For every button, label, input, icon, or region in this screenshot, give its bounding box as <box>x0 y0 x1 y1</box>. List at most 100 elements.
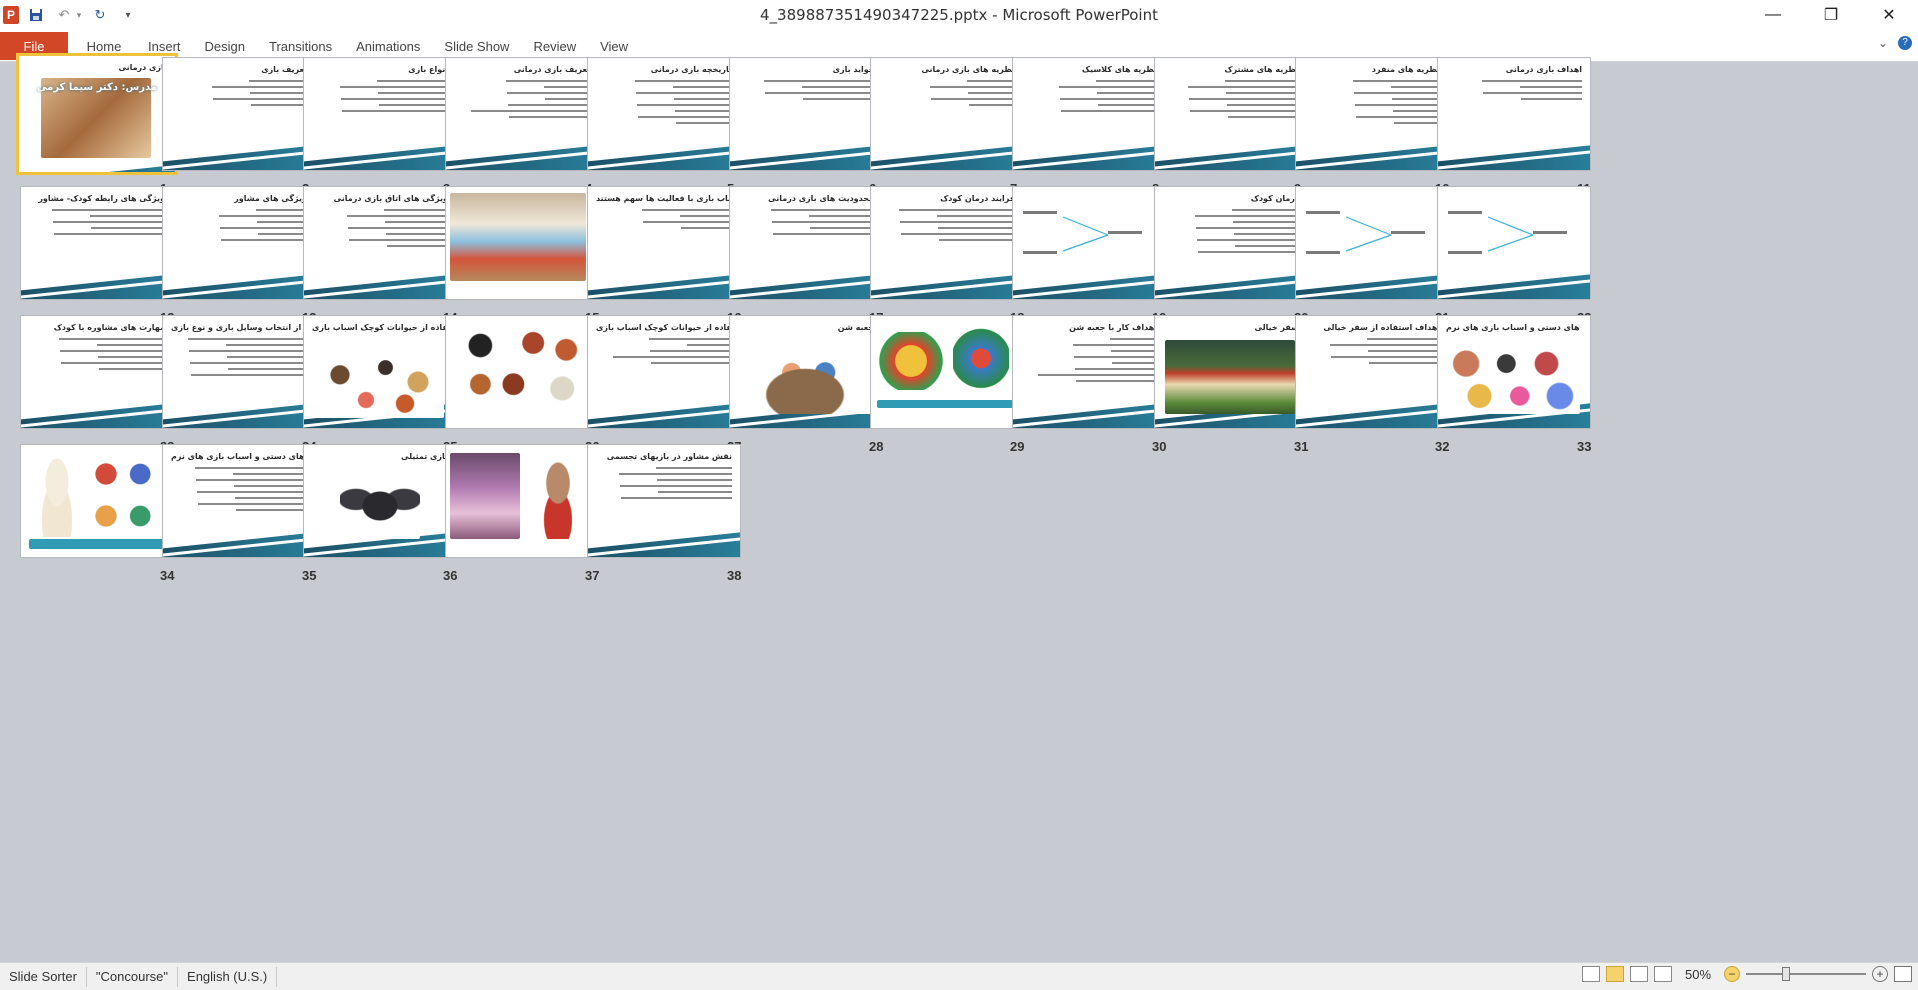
normal-view-icon[interactable] <box>1582 966 1600 982</box>
slide-body-text <box>754 80 874 104</box>
restore-button[interactable]: ❐ <box>1802 0 1860 30</box>
ribbon-right-controls: ⌄ ? <box>1878 36 1912 50</box>
slide-preview[interactable]: اهداف استفاده از سفر خیالی <box>1295 315 1449 429</box>
slide-body-text <box>45 338 165 374</box>
slide-preview[interactable]: عروسک های دستی و اسباب بازی های نرم <box>1437 315 1591 429</box>
undo-dropdown-icon[interactable]: ▾ <box>75 4 83 26</box>
slide-preview[interactable]: انواع بازی <box>303 57 457 171</box>
slide-title: نظریه های بازی درمانی <box>921 65 1015 74</box>
status-theme-name[interactable]: "Concourse" <box>87 966 179 987</box>
slide-title: هدف درمانگر از انتخاب وسایل بازی و نوع ب… <box>171 323 307 332</box>
help-icon[interactable]: ? <box>1898 36 1912 50</box>
reading-view-icon[interactable] <box>1630 966 1648 982</box>
tab-view[interactable]: View <box>588 32 640 60</box>
slide-preview[interactable] <box>1012 186 1166 300</box>
save-icon[interactable] <box>25 4 47 26</box>
slide-preview[interactable] <box>870 315 1024 429</box>
slide-photo-hand-puppets <box>1446 342 1580 414</box>
tab-design[interactable]: Design <box>193 32 257 60</box>
slide-diagram <box>1306 211 1425 254</box>
tab-animations[interactable]: Animations <box>344 32 432 60</box>
minimize-ribbon-icon[interactable]: ⌄ <box>1878 36 1888 50</box>
zoom-slider-knob[interactable] <box>1782 967 1790 981</box>
slide-preview[interactable]: ویژگی های مشاور <box>162 186 316 300</box>
minimize-button[interactable]: — <box>1744 0 1802 30</box>
customize-toolbar-icon[interactable]: ▾ <box>117 4 139 26</box>
slide-thumbnail[interactable]: 22 <box>1437 186 1613 325</box>
zoom-slider[interactable] <box>1746 967 1866 981</box>
powerpoint-app-icon[interactable]: P <box>3 6 19 24</box>
slide-preview[interactable] <box>445 315 599 429</box>
slide-preview[interactable]: بازی تمثیلی <box>303 444 457 558</box>
slide-title: نظریه های کلاسیک <box>1081 65 1157 74</box>
slide-preview[interactable]: فرایند درمان کودک <box>870 186 1024 300</box>
slide-preview[interactable]: اهداف استفاده از حیوانات کوچک اسباب بازی <box>587 315 741 429</box>
slide-preview[interactable] <box>445 186 599 300</box>
slide-title: عواملی که در انتخاب وسایل اسباب بازی با … <box>596 194 732 203</box>
slide-title: تعریف بازی <box>261 65 307 74</box>
slide-title: فرایند درمان کودک <box>940 194 1015 203</box>
slide-preview[interactable]: مهارت های مشاوره با کودک <box>20 315 174 429</box>
slide-title: بازی درمانی <box>118 63 168 72</box>
slide-preview[interactable]: تعریف بازی <box>162 57 316 171</box>
theme-swoosh <box>19 161 175 172</box>
slide-preview[interactable]: اهداف کار با جعبه شن <box>1012 315 1166 429</box>
slide-show-view-icon[interactable] <box>1654 966 1672 982</box>
slide-preview[interactable]: نظریه های مشترک <box>1154 57 1308 171</box>
slide-sorter-view-icon[interactable] <box>1606 966 1624 982</box>
slide-preview[interactable]: فواید بازی <box>729 57 883 171</box>
slide-preview[interactable] <box>1437 186 1591 300</box>
slide-preview[interactable]: استفاده از حیوانات کوچک اسباب بازی <box>303 315 457 429</box>
undo-icon[interactable]: ↶ <box>53 4 75 26</box>
slide-preview[interactable]: تاریخچه بازی درمانی <box>587 57 741 171</box>
slide-photo-bat-costume <box>340 473 420 539</box>
slide-preview[interactable]: تعریف بازی درمانی <box>445 57 599 171</box>
slide-preview[interactable]: نظریه های منفرد <box>1295 57 1449 171</box>
slide-title: سفر خیالی <box>1254 323 1299 332</box>
slide-body-text <box>895 80 1015 110</box>
slide-preview[interactable] <box>1295 186 1449 300</box>
slide-title: اهداف بازی درمانی <box>1505 65 1582 74</box>
slide-preview[interactable]: جعبه شن <box>729 315 883 429</box>
slide-preview[interactable]: سفر خیالی <box>1154 315 1308 429</box>
redo-icon[interactable]: ↻ <box>89 4 111 26</box>
slide-photo-bunny-puppet <box>31 453 83 537</box>
slide-sorter-area[interactable]: بازی درمانیمدرس: دکتر سیما کرمی1تعریف با… <box>0 53 1918 963</box>
slide-preview[interactable] <box>20 444 174 558</box>
status-language[interactable]: English (U.S.) <box>178 966 278 987</box>
zoom-in-icon[interactable]: + <box>1872 966 1888 982</box>
slide-preview[interactable]: نقش مشاور در بازیهای تجسمی <box>587 444 741 558</box>
slide-preview[interactable]: نظریه های بازی درمانی <box>870 57 1024 171</box>
slide-preview[interactable]: بازی درمانی مدرس: دکتر سیما کرمی <box>16 53 178 175</box>
slide-preview[interactable]: ویژگی های رابطه کودک- مشاور <box>20 186 174 300</box>
slide-preview[interactable]: درمان کودک <box>1154 186 1308 300</box>
slide-preview[interactable]: نظریه های کلاسیک <box>1012 57 1166 171</box>
slide-preview[interactable]: ویژگی های اتاق بازی درمانی <box>303 186 457 300</box>
slide-title: انواع بازی <box>408 65 448 74</box>
slide-thumbnail[interactable]: نقش مشاور در بازیهای تجسمی 38 <box>587 444 763 583</box>
tab-review[interactable]: Review <box>521 32 588 60</box>
zoom-out-icon[interactable]: − <box>1724 966 1740 982</box>
zoom-level[interactable]: 50% <box>1678 967 1718 982</box>
slide-preview[interactable] <box>445 444 599 558</box>
slide-body-text <box>1179 80 1299 122</box>
slide-photo-room <box>450 193 586 281</box>
tab-transitions[interactable]: Transitions <box>257 32 344 60</box>
slide-caption-bar <box>29 539 165 549</box>
slide-preview[interactable]: محدودیت های بازی درمانی <box>729 186 883 300</box>
slide-body-text <box>1320 338 1440 368</box>
tab-slide-show[interactable]: Slide Show <box>432 32 521 60</box>
slide-thumbnail[interactable]: عروسک های دستی و اسباب بازی های نرم 33 <box>1437 315 1613 454</box>
slide-body-text <box>612 209 732 233</box>
slide-preview[interactable]: اهداف لازم هنگام استفاده از عروسک های دس… <box>162 444 316 558</box>
slide-title: ویژگی های رابطه کودک- مشاور <box>38 194 165 203</box>
slide-title: نظریه های منفرد <box>1371 65 1440 74</box>
window-title: 4_389887351490347225.pptx - Microsoft Po… <box>760 6 1158 24</box>
slide-photo-red-riding-hood <box>526 453 590 539</box>
close-button[interactable]: ✕ <box>1860 0 1918 30</box>
slide-preview[interactable]: اهداف بازی درمانی <box>1437 57 1591 171</box>
fit-to-window-icon[interactable] <box>1894 966 1912 982</box>
slide-preview[interactable]: عواملی که در انتخاب وسایل اسباب بازی با … <box>587 186 741 300</box>
slide-thumbnail[interactable]: اهداف بازی درمانی11 <box>1437 57 1613 196</box>
slide-preview[interactable]: هدف درمانگر از انتخاب وسایل بازی و نوع ب… <box>162 315 316 429</box>
